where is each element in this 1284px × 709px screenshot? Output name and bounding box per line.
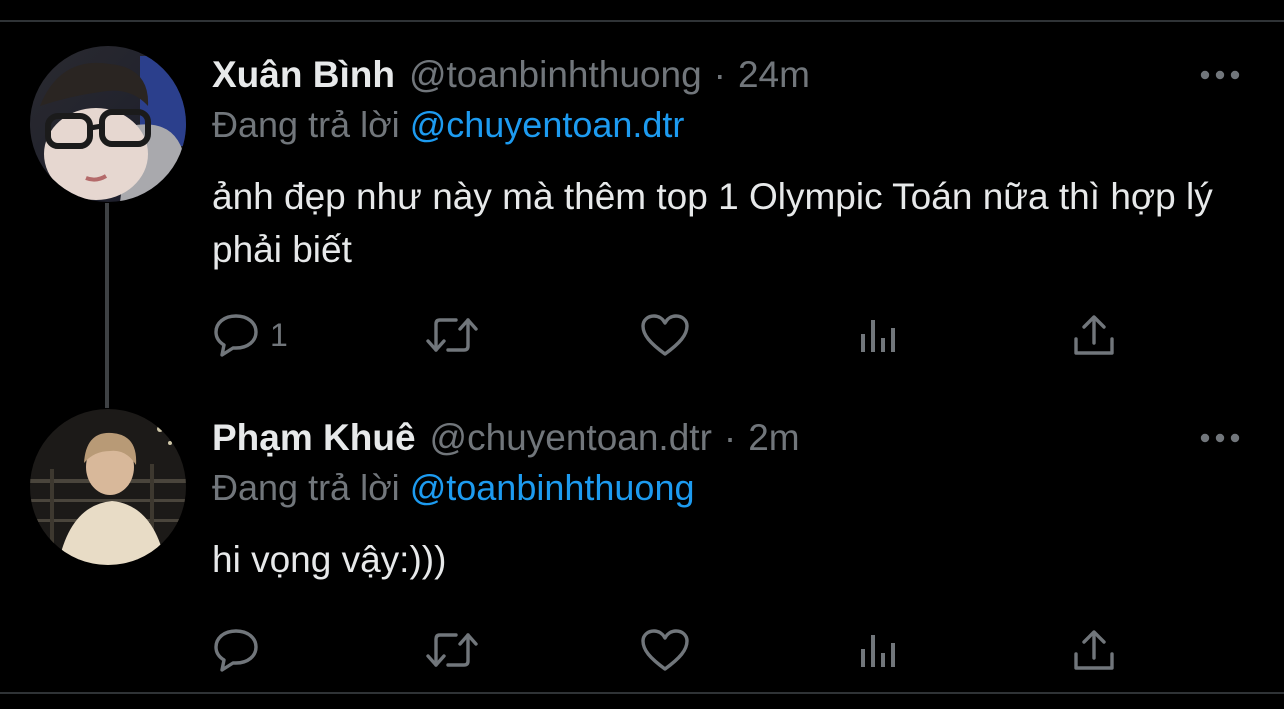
replying-to-mention[interactable]: @toanbinhthuong: [410, 467, 695, 508]
tweet-actions: 1: [212, 310, 1132, 360]
more-options-button[interactable]: [1196, 423, 1244, 453]
tweet-2[interactable]: Phạm Khuê @chuyentoan.dtr · 2m Đang trả …: [0, 409, 1284, 691]
avatar[interactable]: [30, 409, 186, 565]
like-icon: [641, 629, 689, 671]
views-button[interactable]: [858, 310, 898, 360]
reply-icon: [214, 629, 258, 672]
reply-count: 1: [270, 316, 288, 353]
like-icon: [641, 314, 689, 356]
replying-to: Đang trả lời @toanbinhthuong: [212, 467, 695, 509]
tweet-actions: [212, 625, 1132, 675]
views-icon: [861, 320, 895, 352]
retweet-button[interactable]: [424, 310, 480, 360]
user-handle[interactable]: @chuyentoan.dtr: [430, 417, 712, 459]
tweet-text: hi vọng vậy:))): [212, 539, 447, 580]
tweet-header: Xuân Bình @toanbinhthuong · 24m: [212, 52, 810, 98]
tweet-1[interactable]: Xuân Bình @toanbinhthuong · 24m Đang trả…: [0, 46, 1284, 376]
like-button[interactable]: [640, 625, 690, 675]
replying-to-label: Đang trả lời: [212, 104, 400, 145]
user-handle[interactable]: @toanbinhthuong: [409, 54, 702, 96]
separator-dot: ·: [713, 54, 726, 95]
bottom-divider: [0, 692, 1284, 694]
share-icon: [1074, 315, 1114, 355]
top-divider: [0, 20, 1284, 22]
more-icon: [1200, 70, 1240, 80]
tweet-time[interactable]: 2m: [748, 417, 799, 459]
retweet-button[interactable]: [424, 625, 480, 675]
replying-to-label: Đang trả lời: [212, 467, 400, 508]
display-name[interactable]: Phạm Khuê: [212, 417, 416, 459]
reply-icon: [214, 314, 258, 357]
avatar[interactable]: [30, 46, 186, 202]
more-options-button[interactable]: [1196, 60, 1244, 90]
tweet-header: Phạm Khuê @chuyentoan.dtr · 2m: [212, 415, 800, 461]
views-icon: [861, 635, 895, 667]
display-name[interactable]: Xuân Bình: [212, 54, 395, 96]
replying-to-mention[interactable]: @chuyentoan.dtr: [410, 104, 685, 145]
reply-button[interactable]: 1: [212, 310, 288, 360]
views-button[interactable]: [858, 625, 898, 675]
tweet-text: ảnh đẹp như này mà thêm top 1 Olympic To…: [212, 176, 1213, 270]
retweet-icon: [426, 633, 478, 667]
reply-button[interactable]: [212, 625, 270, 675]
share-button[interactable]: [1072, 310, 1116, 360]
tweet-time[interactable]: 24m: [738, 54, 810, 96]
like-button[interactable]: [640, 310, 690, 360]
share-button[interactable]: [1072, 625, 1116, 675]
more-icon: [1200, 433, 1240, 443]
separator-dot: ·: [723, 417, 737, 458]
share-icon: [1074, 630, 1114, 670]
replying-to: Đang trả lời @chuyentoan.dtr: [212, 104, 684, 146]
retweet-icon: [426, 318, 478, 352]
